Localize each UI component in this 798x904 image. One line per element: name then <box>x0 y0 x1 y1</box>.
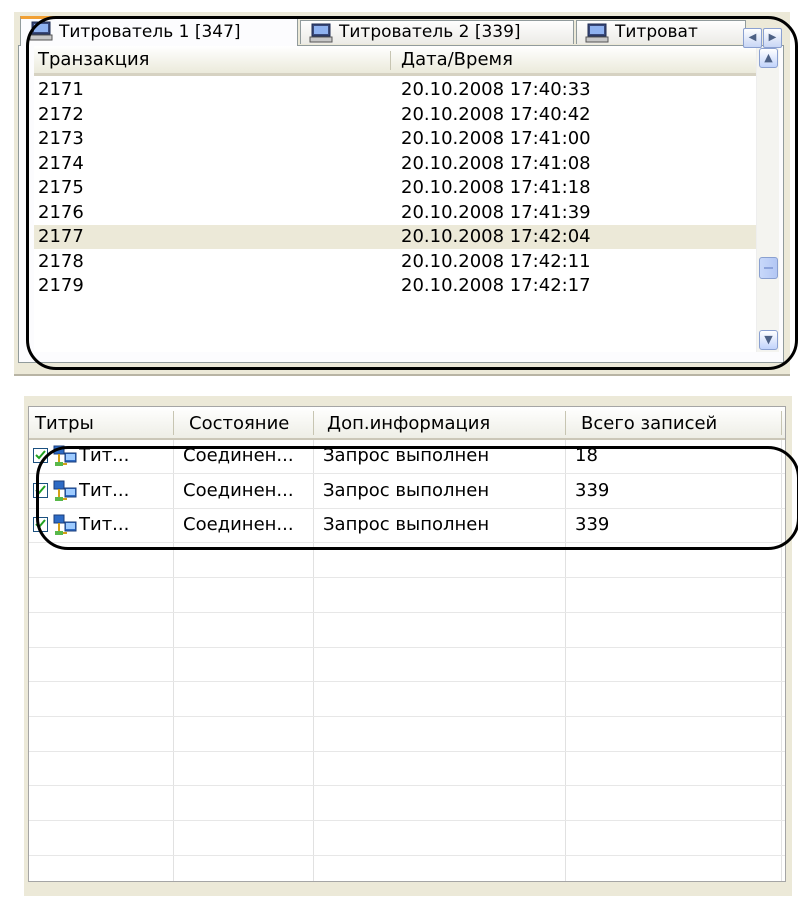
transaction-datetime: 20.10.2008 17:41:39 <box>401 201 591 223</box>
transaction-row[interactable]: 2179 20.10.2008 17:42:17 <box>34 274 756 298</box>
transaction-id: 2177 <box>38 226 84 247</box>
row-checkbox[interactable] <box>33 448 48 463</box>
transaction-datetime: 20.10.2008 17:42:04 <box>401 226 591 247</box>
column-divider[interactable] <box>313 411 314 435</box>
transaction-id: 2178 <box>38 250 84 272</box>
connection-state: Соединен... <box>183 479 294 501</box>
tab-titrator-3[interactable]: Титроват <box>576 20 746 44</box>
column-divider[interactable] <box>173 411 174 435</box>
transaction-id: 2176 <box>38 201 84 223</box>
transaction-id: 2173 <box>38 128 84 149</box>
transaction-row[interactable]: 2174 20.10.2008 17:41:08 <box>34 152 756 176</box>
arrow-left-icon[interactable]: ◀ <box>743 28 762 48</box>
row-checkbox[interactable] <box>33 517 48 533</box>
column-header-titry[interactable]: Титры <box>35 407 94 438</box>
transaction-row[interactable]: 2177 20.10.2008 17:42:04 <box>34 225 756 249</box>
column-divider[interactable] <box>390 51 391 70</box>
tab-scroll-controls: ◀ ▶ <box>743 28 783 48</box>
status-table-header: Титры Состояние Доп.информация Всего зап… <box>29 407 785 440</box>
vertical-scrollbar[interactable]: ▲ ▼ <box>756 46 779 352</box>
transaction-datetime: 20.10.2008 17:42:11 <box>401 250 591 272</box>
transaction-datetime: 20.10.2008 17:40:42 <box>401 103 591 125</box>
tab-titrator-1[interactable]: Титрователь 1 [347] <box>20 16 298 46</box>
computer-icon <box>309 23 333 43</box>
column-header-datetime[interactable]: Дата/Время <box>401 46 513 73</box>
empty-row <box>29 787 785 821</box>
titrator-name: Тит... <box>79 445 130 466</box>
tab-label: Титроват <box>615 22 698 42</box>
transaction-id: 2174 <box>38 152 84 174</box>
transaction-datetime: 20.10.2008 17:41:00 <box>401 128 591 149</box>
row-checkbox[interactable] <box>33 482 48 498</box>
status-row[interactable]: Тит... Соединен... Запрос выполнен 339 <box>29 475 785 509</box>
scroll-down-icon[interactable]: ▼ <box>759 330 778 350</box>
titrator-tabs-panel: Титрователь 1 [347] Титрователь 2 [339] … <box>14 12 790 376</box>
transaction-row[interactable]: 2172 20.10.2008 17:40:42 <box>34 103 756 127</box>
checkmark-icon <box>35 519 46 529</box>
arrow-right-icon[interactable]: ▶ <box>763 28 782 48</box>
titrator-name: Тит... <box>79 514 130 536</box>
empty-row <box>29 752 785 787</box>
scroll-up-icon[interactable]: ▲ <box>759 48 778 68</box>
column-divider[interactable] <box>781 411 782 435</box>
transaction-row[interactable]: 2171 20.10.2008 17:40:33 <box>34 78 756 102</box>
network-computer-icon <box>53 480 77 501</box>
transaction-row[interactable]: 2178 20.10.2008 17:42:11 <box>34 250 756 274</box>
transaction-row[interactable]: 2173 20.10.2008 17:41:00 <box>34 127 756 151</box>
additional-info: Запрос выполнен <box>323 514 490 536</box>
network-computer-icon <box>53 514 77 536</box>
empty-row <box>29 648 785 683</box>
total-records: 339 <box>575 514 610 536</box>
column-header-transaction[interactable]: Транзакция <box>38 46 149 73</box>
empty-row <box>29 718 785 752</box>
computer-icon <box>29 21 53 41</box>
column-divider[interactable] <box>565 411 566 435</box>
transaction-id: 2171 <box>38 79 84 100</box>
transactions-header: Транзакция Дата/Время <box>34 46 756 76</box>
transaction-datetime: 20.10.2008 17:42:17 <box>401 275 591 296</box>
empty-row <box>29 856 785 881</box>
checkmark-icon <box>35 450 46 460</box>
transaction-datetime: 20.10.2008 17:41:18 <box>401 177 591 198</box>
connection-state: Соединен... <box>183 514 294 536</box>
status-row[interactable]: Тит... Соединен... Запрос выполнен 339 <box>29 509 785 544</box>
column-header-total[interactable]: Всего записей <box>581 407 717 438</box>
transaction-datetime: 20.10.2008 17:40:33 <box>401 79 591 100</box>
status-row[interactable]: Тит... Соединен... Запрос выполнен 18 <box>29 440 785 474</box>
column-header-info[interactable]: Доп.информация <box>327 407 490 438</box>
transaction-id: 2179 <box>38 275 84 296</box>
transaction-id: 2172 <box>38 103 84 125</box>
empty-row <box>29 822 785 856</box>
empty-row <box>29 683 785 717</box>
total-records: 339 <box>575 479 610 501</box>
tab-titrator-2[interactable]: Титрователь 2 [339] <box>300 20 574 44</box>
transaction-datetime: 20.10.2008 17:41:08 <box>401 152 591 174</box>
titrator-name: Тит... <box>79 479 130 501</box>
network-computer-icon <box>53 445 77 466</box>
transactions-list: Транзакция Дата/Время 2171 20.10.2008 17:… <box>34 46 756 352</box>
checkmark-icon <box>35 485 46 495</box>
connection-state: Соединен... <box>183 445 294 466</box>
tab-strip: Титрователь 1 [347] Титрователь 2 [339] … <box>14 12 790 48</box>
empty-row <box>29 544 785 579</box>
titrator-status-table: Титры Состояние Доп.информация Всего зап… <box>28 406 786 882</box>
additional-info: Запрос выполнен <box>323 479 490 501</box>
tab-label: Титрователь 1 [347] <box>59 22 241 42</box>
scrollbar-thumb[interactable] <box>759 257 778 279</box>
empty-row <box>29 579 785 613</box>
empty-row <box>29 614 785 648</box>
transaction-row[interactable]: 2175 20.10.2008 17:41:18 <box>34 176 756 200</box>
transaction-id: 2175 <box>38 177 84 198</box>
computer-icon <box>585 23 609 43</box>
total-records: 18 <box>575 445 598 466</box>
tab-label: Титрователь 2 [339] <box>339 22 521 42</box>
transaction-row[interactable]: 2176 20.10.2008 17:41:39 <box>34 201 756 225</box>
column-header-state[interactable]: Состояние <box>189 407 289 438</box>
additional-info: Запрос выполнен <box>323 445 490 466</box>
status-panel: Титры Состояние Доп.информация Всего зап… <box>24 396 792 896</box>
